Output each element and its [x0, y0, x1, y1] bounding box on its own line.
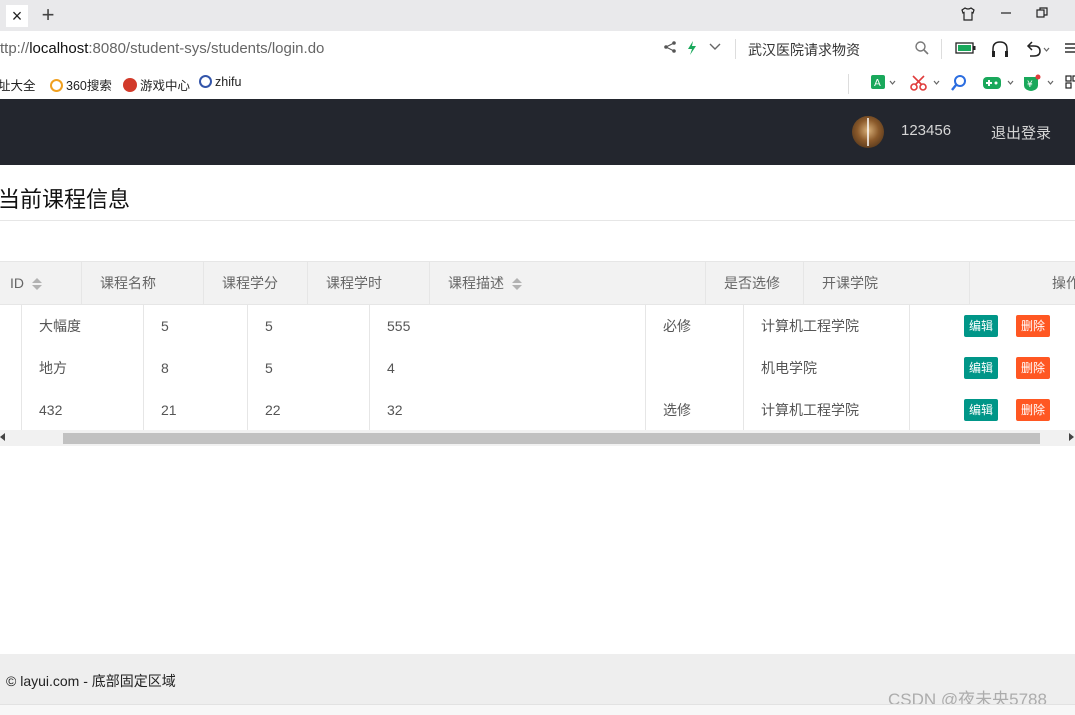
bookmark-item[interactable]: 360搜索 [50, 75, 112, 94]
gamepad-icon[interactable] [982, 74, 1014, 97]
search-icon[interactable] [914, 40, 930, 61]
cell-college: 机电学院 [744, 347, 910, 389]
cell-credit: 5 [144, 305, 248, 347]
delete-button[interactable]: 删除 [1016, 315, 1051, 337]
360-search-icon [50, 79, 63, 92]
cell-desc: 555 [370, 305, 646, 347]
logout-link[interactable]: 退出登录 [991, 122, 1051, 143]
minimize-icon[interactable] [995, 6, 1017, 26]
cell-name: 432 [22, 389, 144, 431]
avatar[interactable] [852, 116, 884, 148]
column-header-actions: 操作 [1052, 275, 1075, 291]
edit-button[interactable]: 编辑 [964, 315, 999, 337]
cell-hours: 5 [248, 305, 370, 347]
cell-credit: 21 [144, 389, 248, 431]
new-tab-icon[interactable]: + [36, 4, 60, 28]
cell-credit: 8 [144, 347, 248, 389]
menu-icon[interactable] [1064, 40, 1075, 61]
lightning-icon[interactable] [686, 40, 698, 61]
browser-status-bar [0, 704, 1075, 715]
username[interactable]: 123456 [901, 122, 951, 139]
cell-elective: 必修 [646, 305, 744, 347]
browser-tab-bar: × + [0, 0, 1075, 31]
edit-button[interactable]: 编辑 [964, 357, 999, 379]
delete-button[interactable]: 删除 [1016, 399, 1051, 421]
page-title: 当前课程信息 [0, 187, 131, 212]
delete-button[interactable]: 删除 [1016, 357, 1051, 379]
cell-college: 计算机工程学院 [744, 305, 910, 347]
course-table: ID 课程名称 课程学分 课程学时 课程描述 是否选修 开课学院 操作 大幅度 … [0, 261, 1075, 448]
column-header-hours: 课程学时 [308, 262, 430, 304]
table-header: ID 课程名称 课程学分 课程学时 课程描述 是否选修 开课学院 操作 [0, 262, 1075, 305]
close-tab-icon[interactable]: × [6, 5, 28, 27]
sort-icon[interactable] [32, 277, 42, 291]
chevron-down-icon[interactable] [708, 40, 722, 59]
cell-elective [646, 347, 744, 389]
column-header-college: 开课学院 [804, 262, 970, 304]
cell-hours: 22 [248, 389, 370, 431]
bookmark-item[interactable]: zhifu [199, 75, 241, 89]
address-bar: ttp://localhost:8080/student-sys/student… [0, 31, 1075, 69]
bookmarks-bar: 址大全 360搜索 游戏中心 zhifu A ¥ [0, 68, 1075, 99]
column-header-desc[interactable]: 课程描述 [430, 262, 706, 304]
svg-text:A: A [874, 78, 881, 89]
cell-id [0, 305, 22, 347]
magnifier-icon[interactable] [950, 74, 968, 97]
column-header-credit: 课程学分 [204, 262, 308, 304]
cell-id [0, 347, 22, 389]
table-row: 432 21 22 32 选修 计算机工程学院 编辑 删除 [0, 389, 1075, 432]
search-box[interactable]: 武汉医院请求物资 [748, 40, 860, 60]
shirt-icon[interactable] [957, 6, 979, 26]
bookmarks-divider [848, 74, 849, 94]
address-divider [941, 39, 942, 59]
url-field[interactable]: ttp://localhost:8080/student-sys/student… [0, 40, 324, 57]
scrollbar-thumb[interactable] [63, 433, 1040, 444]
share-icon[interactable] [663, 40, 677, 59]
cell-hours: 5 [248, 347, 370, 389]
battery-icon[interactable] [955, 40, 977, 61]
column-header-name: 课程名称 [82, 262, 204, 304]
grid-icon[interactable] [1064, 74, 1075, 95]
bookmark-item[interactable]: 址大全 [0, 75, 36, 94]
table-row: 地方 8 5 4 机电学院 编辑 删除 [0, 347, 1075, 390]
globe-icon [199, 75, 212, 88]
wallet-icon[interactable]: ¥ [1022, 74, 1056, 97]
cell-elective: 选修 [646, 389, 744, 431]
svg-text:¥: ¥ [1027, 80, 1033, 90]
restore-icon[interactable] [1031, 6, 1053, 26]
bookmark-item[interactable]: 游戏中心 [123, 75, 190, 94]
cell-college: 计算机工程学院 [744, 389, 910, 431]
footer-text: © layui.com - 底部固定区域 [6, 673, 176, 689]
scroll-right-icon[interactable] [1069, 433, 1074, 441]
scroll-left-icon[interactable] [0, 433, 5, 441]
cell-name: 大幅度 [22, 305, 144, 347]
title-divider [0, 220, 1075, 221]
cell-desc: 32 [370, 389, 646, 431]
translate-icon[interactable]: A [870, 74, 896, 97]
address-divider [735, 39, 736, 59]
app-header: 123456 退出登录 [0, 99, 1075, 165]
undo-icon[interactable] [1024, 40, 1050, 63]
sort-icon[interactable] [512, 277, 522, 291]
column-header-elective: 是否选修 [706, 262, 804, 304]
table-row: 大幅度 5 5 555 必修 计算机工程学院 编辑 删除 [0, 305, 1075, 348]
edit-button[interactable]: 编辑 [964, 399, 999, 421]
cell-id [0, 389, 22, 431]
cell-name: 地方 [22, 347, 144, 389]
scissors-icon[interactable] [910, 74, 940, 97]
headphones-icon[interactable] [990, 40, 1010, 63]
column-header-id[interactable]: ID [0, 262, 82, 304]
cell-desc: 4 [370, 347, 646, 389]
game-center-icon [123, 78, 137, 92]
